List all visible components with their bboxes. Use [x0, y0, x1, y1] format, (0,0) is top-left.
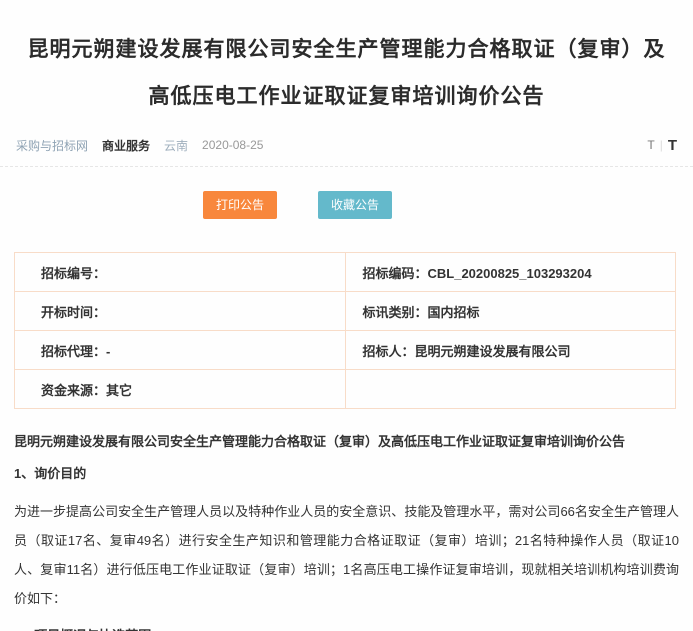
announcement-body: 昆明元朔建设发展有限公司安全生产管理能力合格取证（复审）及高低压电工作业证取证复… [0, 433, 693, 631]
open-time-label: 开标时间： [15, 292, 346, 331]
empty-cell [345, 370, 676, 409]
page-title-line-1: 昆明元朔建设发展有限公司安全生产管理能力合格取证（复审）及 [0, 26, 693, 73]
bidder-value: 招标人：昆明元朔建设发展有限公司 [345, 331, 676, 370]
section-2-title: 2、项目概况与比选范围 [14, 627, 679, 631]
breadcrumb-category-link[interactable]: 商业服务 [102, 137, 150, 154]
favorite-announcement-button[interactable]: 收藏公告 [318, 191, 392, 219]
table-row: 招标编号： 招标编码：CBL_20200825_103293204 [15, 253, 676, 292]
bid-number-label: 招标编号： [15, 253, 346, 292]
bid-info-table: 招标编号： 招标编码：CBL_20200825_103293204 开标时间： … [14, 252, 676, 409]
breadcrumb: 采购与招标网 商业服务 云南 2020-08-25 T | T [0, 134, 693, 156]
fund-source-value: 资金来源：其它 [15, 370, 346, 409]
breadcrumb-region-link[interactable]: 云南 [164, 137, 188, 154]
page-title: 昆明元朔建设发展有限公司安全生产管理能力合格取证（复审）及 高低压电工作业证取证… [0, 0, 693, 120]
font-size-large-button[interactable]: T [668, 137, 677, 154]
dashed-divider [0, 166, 693, 167]
print-announcement-button[interactable]: 打印公告 [203, 191, 277, 219]
publish-date: 2020-08-25 [202, 138, 263, 152]
bid-type-value: 标讯类别：国内招标 [345, 292, 676, 331]
announcement-heading: 昆明元朔建设发展有限公司安全生产管理能力合格取证（复审）及高低压电工作业证取证复… [14, 433, 679, 451]
breadcrumb-source-link[interactable]: 采购与招标网 [16, 137, 88, 154]
table-row: 招标代理：- 招标人：昆明元朔建设发展有限公司 [15, 331, 676, 370]
bid-code-value: 招标编码：CBL_20200825_103293204 [345, 253, 676, 292]
section-1-title: 1、询价目的 [14, 465, 679, 483]
purpose-paragraph: 为进一步提高公司安全生产管理人员以及特种作业人员的安全意识、技能及管理水平，需对… [14, 497, 679, 613]
announcement-page: 昆明元朔建设发展有限公司安全生产管理能力合格取证（复审）及 高低压电工作业证取证… [0, 0, 693, 631]
table-row: 开标时间： 标讯类别：国内招标 [15, 292, 676, 331]
font-size-small-button[interactable]: T [647, 138, 654, 152]
bid-agent-value: 招标代理：- [15, 331, 346, 370]
page-title-line-2: 高低压电工作业证取证复审培训询价公告 [0, 73, 693, 120]
table-row: 资金来源：其它 [15, 370, 676, 409]
actions-row: 打印公告 收藏公告 [0, 191, 693, 219]
font-size-separator: | [660, 138, 663, 152]
font-size-controls: T | T [647, 137, 677, 154]
